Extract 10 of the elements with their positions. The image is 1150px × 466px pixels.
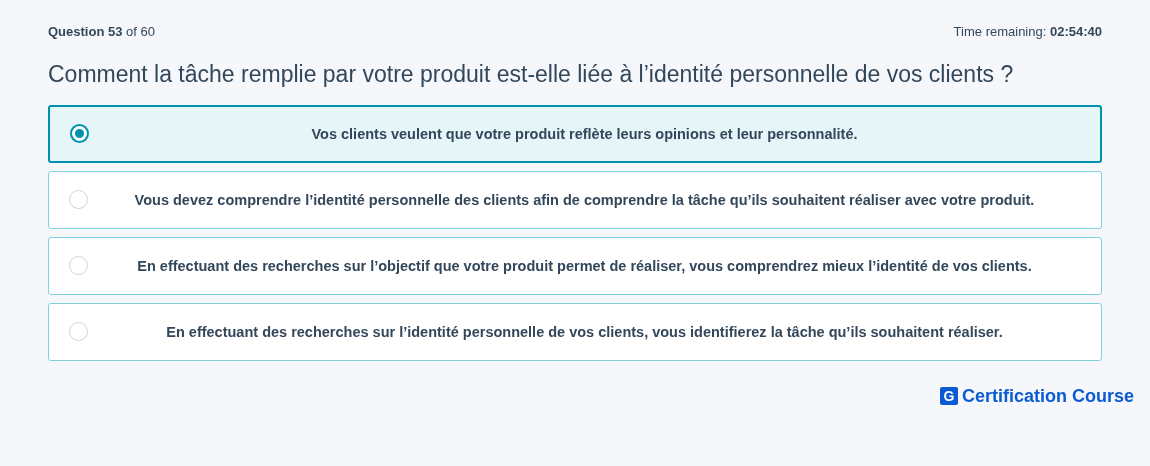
question-text: Comment la tâche remplie par votre produit est-elle liée à l’identité personnelle de vos clients ? [48,59,1015,89]
logo-icon: G [939,387,958,405]
answer-option[interactable]: En effectuant des recherches sur l’identité personnelle de vos clients, vous identifierez la tâche qu’ils souhaitent réaliser. [48,302,1102,361]
time-remaining: Time remaining: 02:54:40 [953,23,1102,41]
question-counter: Question 53 of 60 [48,23,155,41]
answer-option[interactable]: En effectuant des recherches sur l’objectif que votre produit permet de réaliser, vous comprendrez mieux l’identité de vos clients. [48,236,1102,295]
answer-option[interactable]: Vos clients veulent que votre produit reflète leurs opinions et leur personnalité. [48,104,1102,163]
answer-option[interactable]: Vous devez comprendre l’identité personnelle des clients afin de comprendre la tâche qu’ils souhaitent réaliser avec votre produit. [48,170,1102,229]
brand-name: Certification Course [961,384,1134,408]
radio-button[interactable] [70,124,89,143]
